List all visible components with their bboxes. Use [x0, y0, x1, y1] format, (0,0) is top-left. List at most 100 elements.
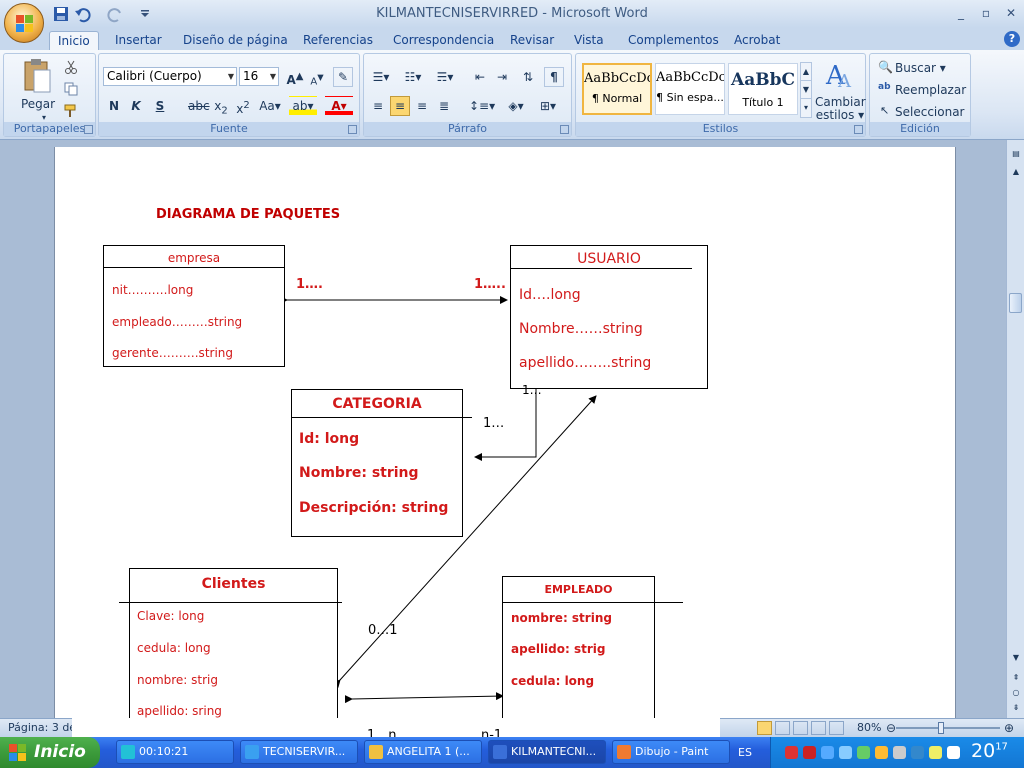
find-button[interactable]: Buscar ▾ — [894, 58, 966, 78]
change-case-button[interactable]: Aa▾ — [257, 96, 283, 116]
bold-button[interactable]: N — [103, 96, 125, 116]
underline-button[interactable]: S — [149, 96, 171, 116]
tab-revisar[interactable]: Revisar — [502, 31, 562, 50]
multilevel-list-icon[interactable]: ☴▾ — [432, 67, 458, 87]
tab-correspondencia[interactable]: Correspondencia — [385, 31, 502, 50]
help-icon[interactable]: ? — [1004, 31, 1020, 47]
style-sin-espaciado[interactable]: AaBbCcDc ¶ Sin espa... — [655, 63, 725, 115]
document-page[interactable]: DIAGRAMA DE PAQUETES empresa nit……….long… — [54, 147, 956, 718]
office-button[interactable] — [4, 3, 44, 43]
zoom-out-icon[interactable]: ⊖ — [886, 721, 896, 735]
styles-more[interactable]: ▾ — [800, 98, 812, 118]
antivirus-icon[interactable] — [785, 746, 798, 759]
zoom-slider[interactable] — [896, 727, 1000, 729]
browse-object-icon[interactable]: ○ — [1008, 685, 1024, 701]
zoom-slider-thumb[interactable] — [938, 722, 944, 734]
tab-referencias[interactable]: Referencias — [295, 31, 381, 50]
style-titulo-1[interactable]: AaBbC Título 1 — [728, 63, 798, 115]
clock[interactable]: 2017 — [971, 740, 1008, 762]
shading-icon[interactable]: ◈▾ — [502, 96, 530, 116]
categoria-class-box[interactable]: CATEGORIA Id: long Nombre: string Descri… — [291, 389, 472, 537]
align-center-icon[interactable]: ≡ — [390, 96, 410, 116]
highlight-icon[interactable]: ab▾ — [289, 96, 317, 116]
tab-vista[interactable]: Vista — [566, 31, 612, 50]
superscript-button[interactable]: x2 — [233, 96, 253, 116]
tab-diseno-de-pagina[interactable]: Diseño de página — [175, 31, 296, 50]
show-marks-icon[interactable]: ¶ — [544, 67, 564, 87]
bluetooth-icon[interactable] — [893, 746, 906, 759]
numbering-icon[interactable]: ☷▾ — [400, 67, 426, 87]
parrafo-launcher[interactable] — [560, 125, 569, 134]
borders-icon[interactable]: ⊞▾ — [534, 96, 562, 116]
styles-scroll-up[interactable]: ▲ — [800, 62, 812, 82]
shrink-font-button[interactable]: A▼ — [307, 67, 327, 87]
save-icon[interactable] — [52, 5, 70, 23]
align-right-icon[interactable]: ≡ — [412, 96, 432, 116]
sort-icon[interactable]: ⇅ — [518, 67, 538, 87]
subscript-button[interactable]: x2 — [211, 96, 231, 116]
justify-icon[interactable]: ≣ — [434, 96, 454, 116]
redo-icon[interactable] — [106, 5, 124, 23]
fuente-launcher[interactable] — [348, 125, 357, 134]
undo-icon[interactable] — [74, 5, 92, 23]
start-button[interactable]: Inicio — [0, 737, 100, 768]
empleado-class-box[interactable]: EMPLEADO nombre: string apellido: strig … — [502, 576, 655, 718]
font-color-icon[interactable]: A▾ — [325, 96, 353, 116]
previous-page-icon[interactable]: ⇞ — [1008, 670, 1024, 686]
replace-button[interactable]: Reemplazar — [894, 80, 966, 100]
taskbar-item-ie[interactable]: TECNISERVIR... — [240, 740, 358, 764]
scroll-up-icon[interactable]: ▲ — [1008, 164, 1024, 180]
update-icon[interactable] — [857, 746, 870, 759]
italic-button[interactable]: K — [125, 96, 147, 116]
decrease-indent-icon[interactable]: ⇤ — [470, 67, 490, 87]
bullets-icon[interactable]: ☰▾ — [368, 67, 394, 87]
font-name-combo[interactable]: Calibri (Cuerpo) ▼ — [103, 67, 237, 86]
messenger-icon[interactable] — [929, 746, 942, 759]
tab-acrobat[interactable]: Acrobat — [726, 31, 788, 50]
grow-font-button[interactable]: A▲ — [285, 67, 305, 87]
select-button[interactable]: Seleccionar ▾ — [894, 102, 968, 137]
zoom-level[interactable]: 80% — [857, 721, 881, 734]
change-styles-icon[interactable]: AA — [824, 60, 856, 90]
network-icon[interactable] — [821, 746, 834, 759]
increase-indent-icon[interactable]: ⇥ — [492, 67, 512, 87]
strikethrough-button[interactable]: abc — [187, 96, 210, 116]
web-layout-view-icon[interactable] — [793, 721, 808, 735]
security-icon[interactable] — [803, 746, 816, 759]
draft-view-icon[interactable] — [829, 721, 844, 735]
full-screen-view-icon[interactable] — [775, 721, 790, 735]
taskbar-item-word[interactable]: KILMANTECNI... — [488, 740, 606, 764]
tab-complementos[interactable]: Complementos — [620, 31, 727, 50]
scroll-down-icon[interactable]: ▼ — [1008, 650, 1024, 666]
restore-button[interactable]: ▫ — [975, 4, 997, 22]
chevron-down-icon[interactable]: ▼ — [270, 68, 276, 85]
print-layout-view-icon[interactable] — [757, 721, 772, 735]
font-size-combo[interactable]: 16 ▼ — [239, 67, 279, 86]
copy-icon[interactable] — [64, 82, 78, 96]
style-normal[interactable]: AaBbCcDc ¶ Normal — [582, 63, 652, 115]
paste-icon[interactable] — [22, 58, 52, 94]
customize-qat-icon[interactable] — [136, 5, 154, 23]
scroll-thumb[interactable] — [1009, 293, 1022, 313]
clientes-class-box[interactable]: Clientes Clave: long cedula: long nombre… — [129, 568, 338, 718]
zoom-in-icon[interactable]: ⊕ — [1004, 721, 1014, 735]
line-spacing-icon[interactable]: ↕≡▾ — [468, 96, 496, 116]
minimize-button[interactable]: _ — [950, 4, 972, 22]
flash-icon[interactable] — [947, 746, 960, 759]
vertical-scrollbar[interactable]: ▤ ▲ ▼ ⇞ ○ ⇟ — [1006, 140, 1024, 718]
language-indicator[interactable]: ES — [738, 746, 752, 759]
cut-icon[interactable] — [64, 60, 78, 74]
tab-inicio[interactable]: Inicio — [49, 31, 99, 50]
next-page-icon[interactable]: ⇟ — [1008, 700, 1024, 716]
close-button[interactable]: ✕ — [1000, 4, 1022, 22]
portapapeles-launcher[interactable] — [84, 125, 93, 134]
chevron-down-icon[interactable]: ▼ — [228, 68, 234, 85]
taskbar-item-paint[interactable]: Dibujo - Paint — [612, 740, 730, 764]
ruler-toggle-icon[interactable]: ▤ — [1008, 146, 1024, 162]
align-left-icon[interactable]: ≡ — [368, 96, 388, 116]
styles-scroll-down[interactable]: ▼ — [800, 80, 812, 100]
usuario-class-box[interactable]: USUARIO Id….long Nombre……string apellido… — [510, 245, 708, 389]
empresa-class-box[interactable]: empresa nit……….long empleado………string ge… — [103, 245, 285, 367]
format-painter-icon[interactable] — [64, 104, 80, 118]
estilos-launcher[interactable] — [854, 125, 863, 134]
